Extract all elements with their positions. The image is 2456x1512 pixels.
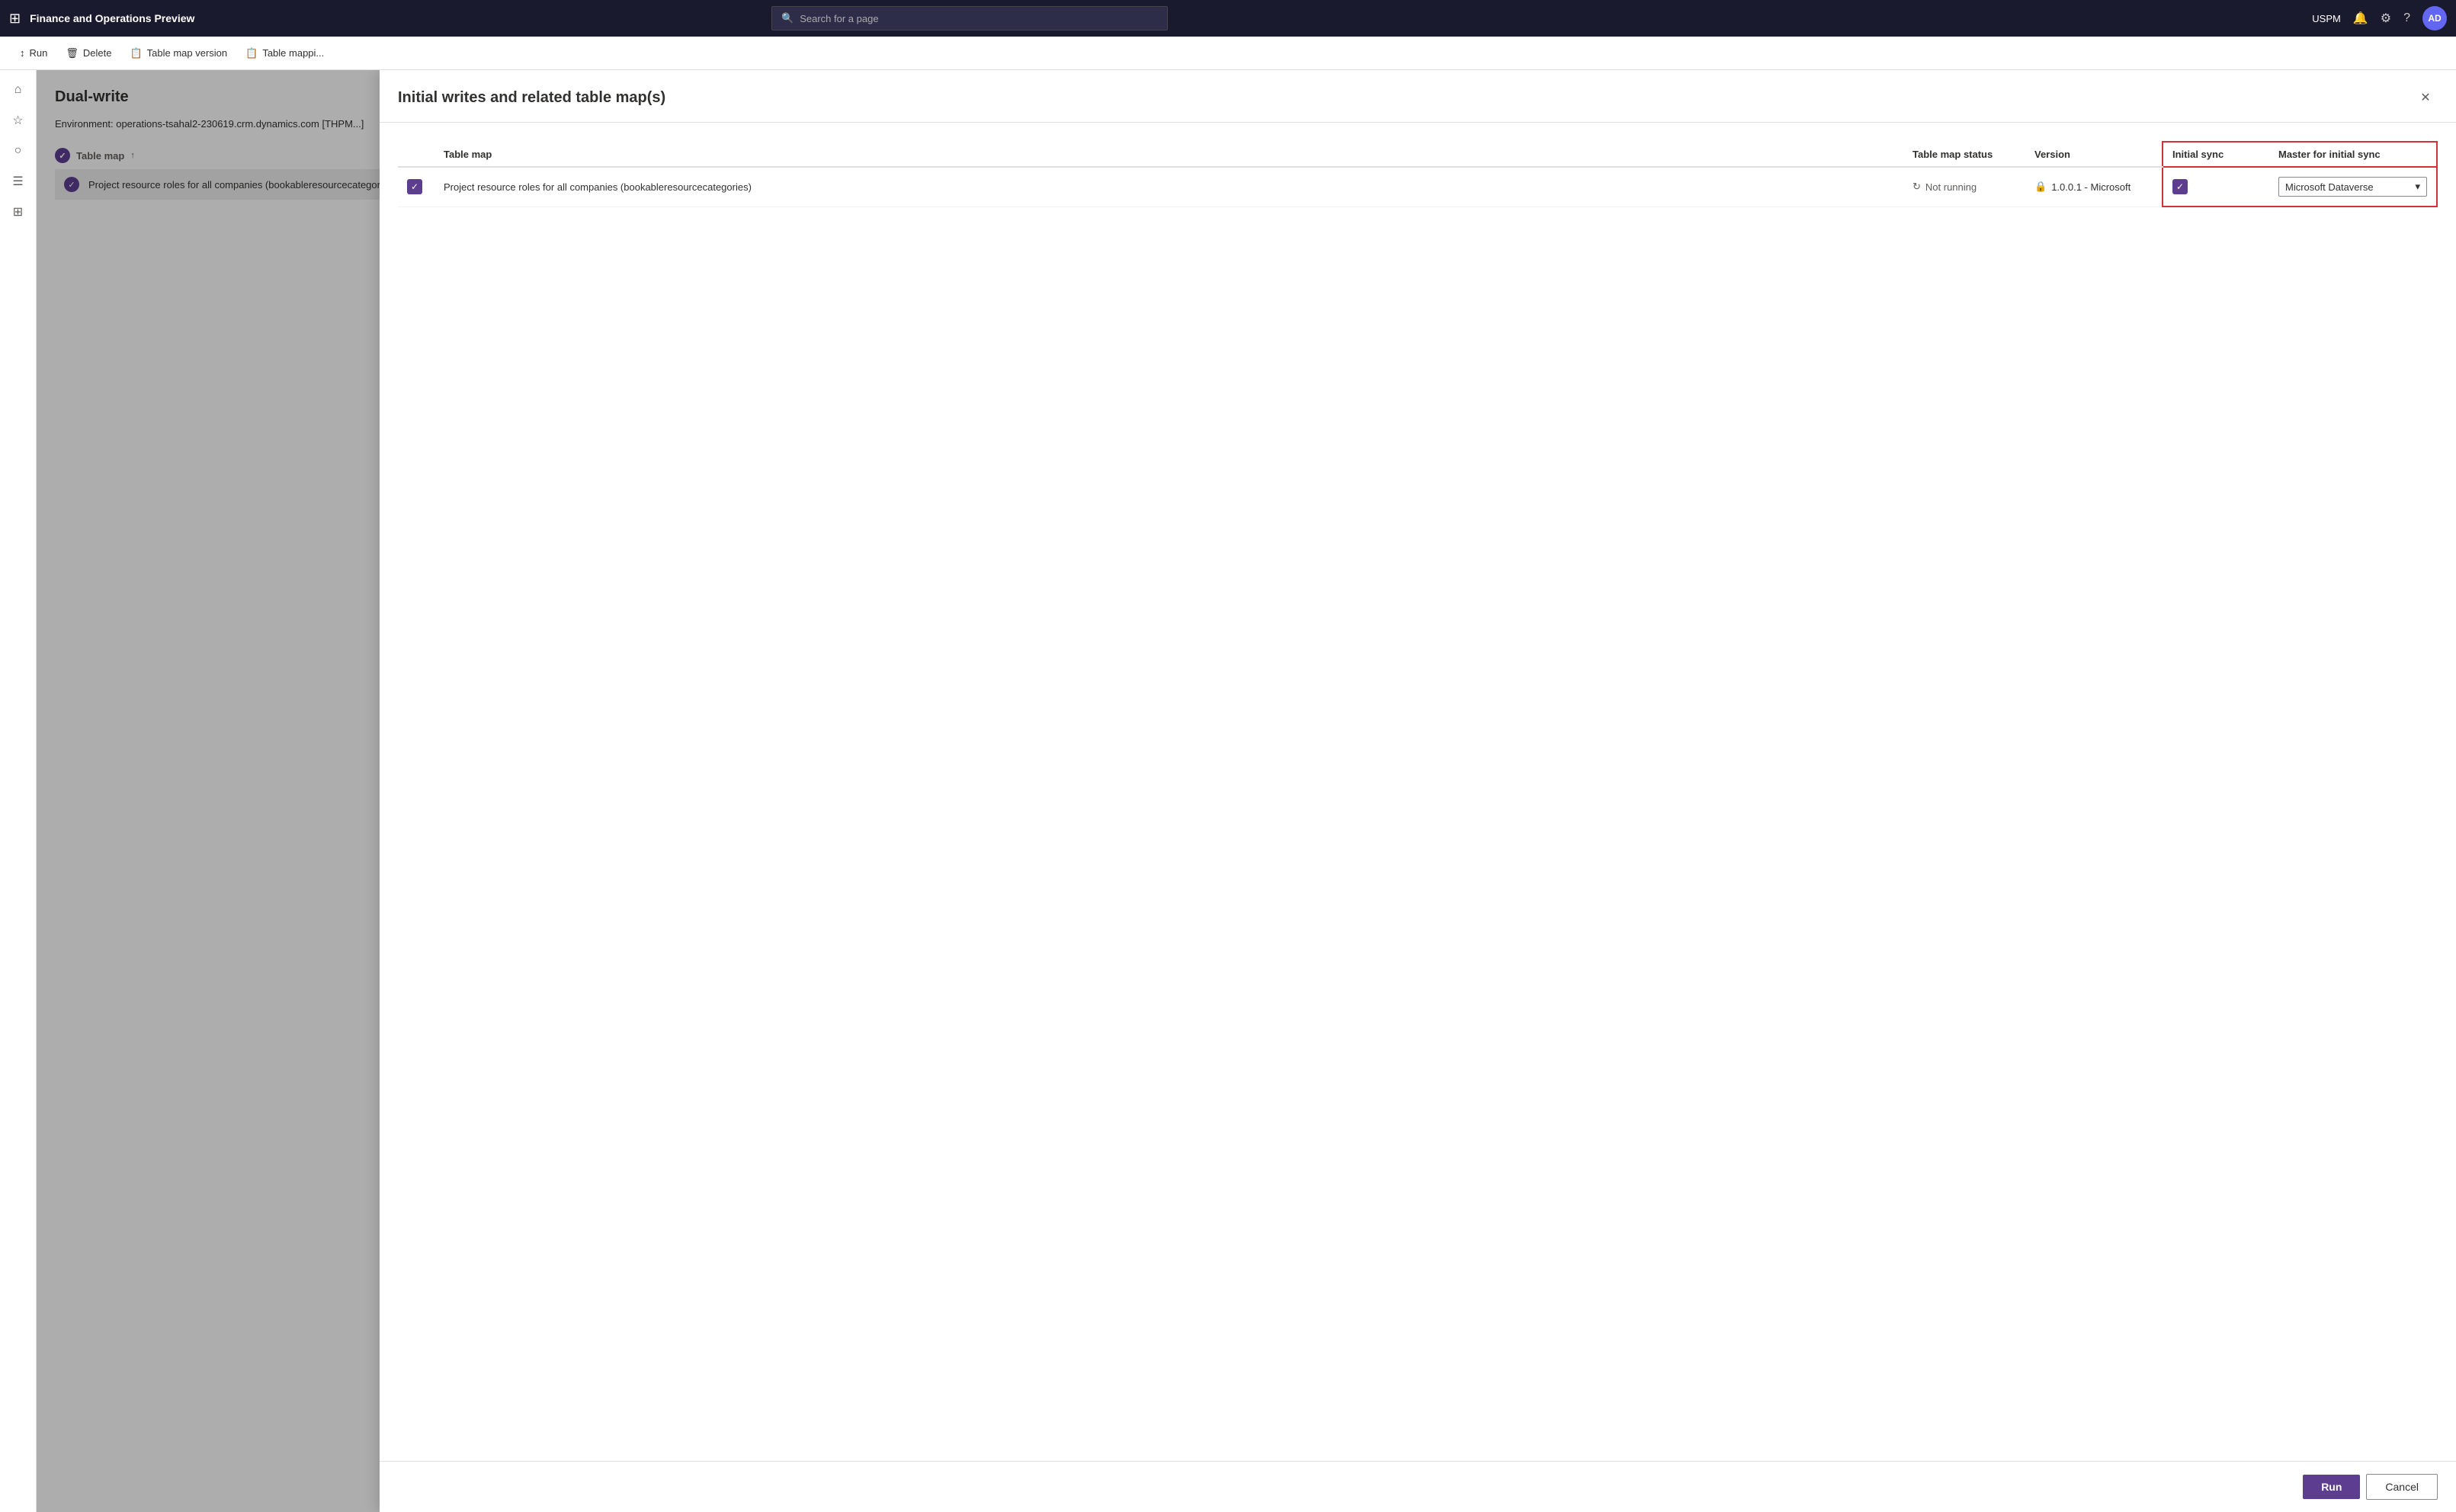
top-nav-right: USPM 🔔 ⚙ ? AD bbox=[2312, 6, 2447, 30]
cancel-modal-button[interactable]: Cancel bbox=[2366, 1474, 2438, 1500]
sidebar-icon-recent[interactable]: ○ bbox=[5, 137, 32, 165]
row-checkbox-cell: ✓ bbox=[398, 167, 434, 207]
sidebar-icon-favorites[interactable]: ☆ bbox=[5, 107, 32, 134]
version-text: 1.0.0.1 - Microsoft bbox=[2051, 181, 2131, 193]
master-dropdown[interactable]: Microsoft Dataverse ▾ bbox=[2278, 177, 2427, 197]
settings-icon[interactable]: ⚙ bbox=[2381, 11, 2391, 26]
master-dropdown-value: Microsoft Dataverse bbox=[2285, 181, 2374, 193]
lock-icon: 🔒 bbox=[2034, 181, 2047, 193]
left-sidebar: ⌂ ☆ ○ ☰ ⊞ bbox=[0, 70, 37, 1512]
run-modal-button[interactable]: Run bbox=[2303, 1475, 2360, 1499]
table-row: ✓ Project resource roles for all compani… bbox=[398, 167, 2437, 207]
modal-title: Initial writes and related table map(s) bbox=[398, 89, 665, 107]
table-mapping-icon: 📋 bbox=[245, 47, 258, 59]
search-icon: 🔍 bbox=[781, 12, 794, 24]
status-not-running: ↻ Not running bbox=[1913, 181, 2016, 193]
table-map-version-icon: 📋 bbox=[130, 47, 142, 59]
main-layout: ⌂ ☆ ○ ☰ ⊞ Dual-write Environment: operat… bbox=[0, 70, 2456, 1512]
avatar[interactable]: AD bbox=[2422, 6, 2447, 30]
run-icon: ↕ bbox=[20, 47, 25, 59]
table-mapping-button[interactable]: 📋 Table mappi... bbox=[238, 43, 332, 64]
row-version: 🔒 1.0.0.1 - Microsoft bbox=[2025, 167, 2163, 207]
sidebar-icon-home[interactable]: ⌂ bbox=[5, 76, 32, 104]
username-label: USPM bbox=[2312, 13, 2341, 24]
row-master: Microsoft Dataverse ▾ bbox=[2269, 167, 2437, 207]
th-initial-sync: Initial sync bbox=[2163, 142, 2269, 167]
chevron-down-icon: ▾ bbox=[2415, 181, 2420, 193]
content-area: Dual-write Environment: operations-tsaha… bbox=[37, 70, 2456, 1512]
bell-icon[interactable]: 🔔 bbox=[2353, 11, 2368, 26]
initial-sync-row: ✓ bbox=[2172, 179, 2260, 194]
grid-icon[interactable]: ⊞ bbox=[9, 11, 21, 27]
run-button[interactable]: ↕ Run bbox=[12, 43, 55, 63]
table-map-version-button[interactable]: 📋 Table map version bbox=[122, 43, 235, 64]
search-bar: 🔍 bbox=[771, 6, 1168, 30]
sidebar-icon-modules[interactable]: ⊞ bbox=[5, 198, 32, 226]
th-table-map: Table map bbox=[434, 142, 1903, 167]
modal-table: Table map Table map status Version Initi… bbox=[398, 141, 2438, 207]
top-nav: ⊞ Finance and Operations Preview 🔍 USPM … bbox=[0, 0, 2456, 37]
version-lock: 🔒 1.0.0.1 - Microsoft bbox=[2034, 181, 2153, 193]
modal-footer: Run Cancel bbox=[380, 1461, 2456, 1512]
th-table-map-status: Table map status bbox=[1903, 142, 2025, 167]
th-version: Version bbox=[2025, 142, 2163, 167]
row-checkbox[interactable]: ✓ bbox=[407, 179, 422, 194]
sidebar-icon-workspaces[interactable]: ☰ bbox=[5, 168, 32, 195]
close-button[interactable]: ✕ bbox=[2413, 85, 2438, 110]
modal-overlay: Initial writes and related table map(s) … bbox=[37, 70, 2456, 1512]
th-checkbox bbox=[398, 142, 434, 167]
row-table-map: Project resource roles for all companies… bbox=[434, 167, 1903, 207]
search-input[interactable] bbox=[800, 13, 1158, 24]
row-status: ↻ Not running bbox=[1903, 167, 2025, 207]
help-icon[interactable]: ? bbox=[2403, 11, 2410, 25]
initial-sync-checkbox[interactable]: ✓ bbox=[2172, 179, 2188, 194]
modal-body: Table map Table map status Version Initi… bbox=[380, 123, 2456, 1461]
delete-icon: 🗑 bbox=[66, 47, 79, 59]
sync-icon: ↻ bbox=[1913, 181, 1921, 193]
toolbar: ↕ Run 🗑 Delete 📋 Table map version 📋 Tab… bbox=[0, 37, 2456, 70]
app-title: Finance and Operations Preview bbox=[30, 12, 194, 24]
modal: Initial writes and related table map(s) … bbox=[380, 70, 2456, 1512]
status-text: Not running bbox=[1925, 181, 1977, 193]
th-master-for-initial-sync: Master for initial sync bbox=[2269, 142, 2437, 167]
delete-button[interactable]: 🗑 Delete bbox=[58, 43, 119, 64]
row-initial-sync: ✓ bbox=[2163, 167, 2269, 207]
modal-header: Initial writes and related table map(s) … bbox=[380, 70, 2456, 123]
